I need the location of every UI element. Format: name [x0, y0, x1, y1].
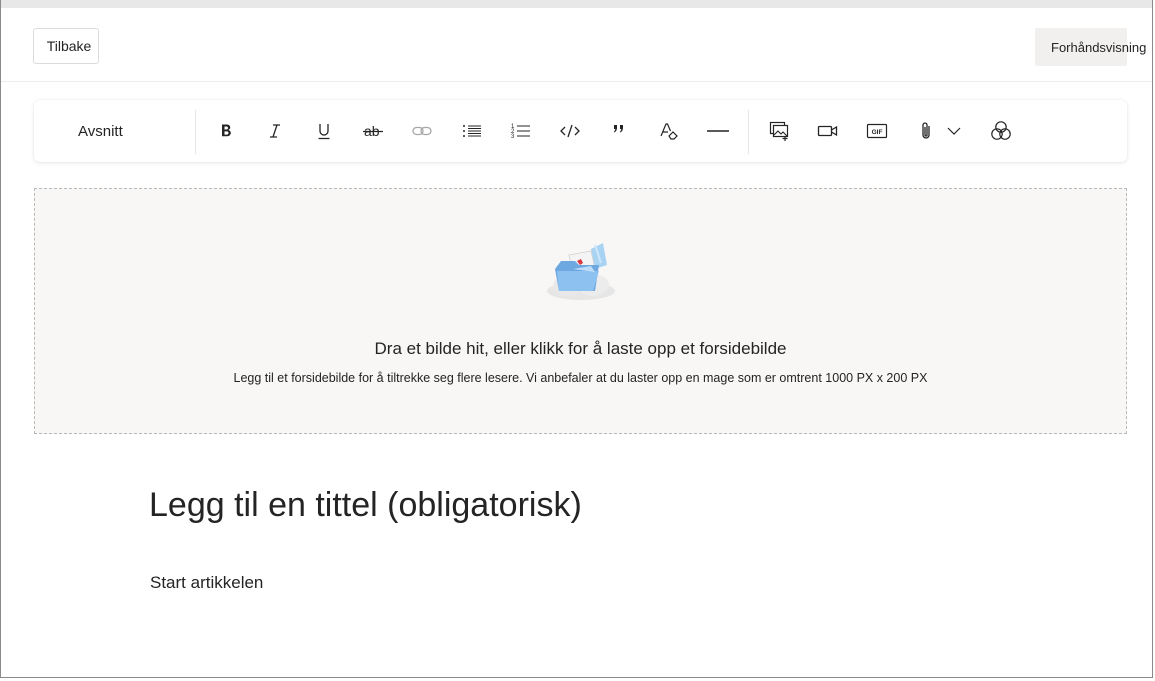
- bulleted-list-icon: [463, 125, 481, 137]
- insert-video-button[interactable]: [810, 113, 846, 149]
- svg-text:3: 3: [511, 134, 515, 140]
- strikethrough-icon: ab: [363, 123, 383, 139]
- horizontal-rule-button[interactable]: [700, 113, 736, 149]
- attach-dropdown-button[interactable]: [936, 113, 972, 149]
- editor-window: Tilbake Forhåndsvisning Avsnitt ab 1 2 3…: [0, 0, 1153, 678]
- link-button[interactable]: [404, 113, 440, 149]
- underline-icon: [318, 124, 330, 140]
- quote-button[interactable]: [601, 113, 637, 149]
- chevron-down-icon: [947, 127, 961, 135]
- back-button[interactable]: Tilbake: [33, 28, 99, 64]
- horizontal-rule-icon: [707, 130, 729, 132]
- strikethrough-button[interactable]: ab: [355, 113, 391, 149]
- editor-header: Tilbake Forhåndsvisning: [1, 8, 1152, 82]
- top-strip: [1, 0, 1152, 8]
- code-icon: [560, 124, 580, 138]
- loop-icon: [991, 121, 1011, 140]
- paperclip-icon: [922, 122, 930, 139]
- italic-button[interactable]: [257, 113, 293, 149]
- link-icon: [412, 126, 432, 136]
- numbered-list-icon: 1 2 3: [511, 124, 530, 140]
- clear-formatting-icon: [660, 123, 678, 140]
- bulleted-list-button[interactable]: [454, 113, 490, 149]
- dropzone-title: Dra et bilde hit, eller klikk for å last…: [374, 339, 787, 358]
- dropzone-subtitle: Legg til et forsidebilde for å tiltrekke…: [233, 371, 928, 385]
- clear-formatting-button[interactable]: [651, 113, 687, 149]
- gif-icon: GIF: [866, 123, 888, 139]
- cover-image-dropzone[interactable]: Dra et bilde hit, eller klikk for å last…: [34, 188, 1127, 434]
- code-button[interactable]: [552, 113, 588, 149]
- image-icon: [769, 121, 789, 141]
- bold-button[interactable]: [208, 113, 244, 149]
- underline-button[interactable]: [306, 113, 342, 149]
- video-icon: [817, 125, 838, 137]
- paragraph-style-dropdown[interactable]: Avsnitt: [78, 100, 188, 162]
- loop-component-button[interactable]: [983, 113, 1019, 149]
- italic-icon: [270, 124, 280, 138]
- paragraph-style-label: Avsnitt: [78, 122, 123, 140]
- bold-icon: [222, 124, 231, 137]
- insert-gif-button[interactable]: GIF: [859, 113, 895, 149]
- svg-text:GIF: GIF: [872, 129, 883, 136]
- insert-image-button[interactable]: [761, 113, 797, 149]
- folder-upload-illustration: [547, 243, 615, 300]
- toolbar-divider: [748, 110, 749, 154]
- quote-icon: [613, 125, 623, 133]
- toolbar-divider: [195, 110, 196, 154]
- formatting-toolbar: Avsnitt ab 1 2 3 GIF: [34, 100, 1127, 162]
- article-title-input[interactable]: Legg til en tittel (obligatorisk): [149, 486, 582, 525]
- numbered-list-button[interactable]: 1 2 3: [503, 113, 539, 149]
- article-body-input[interactable]: Start artikkelen: [150, 573, 263, 593]
- preview-button[interactable]: Forhåndsvisning: [1035, 28, 1146, 66]
